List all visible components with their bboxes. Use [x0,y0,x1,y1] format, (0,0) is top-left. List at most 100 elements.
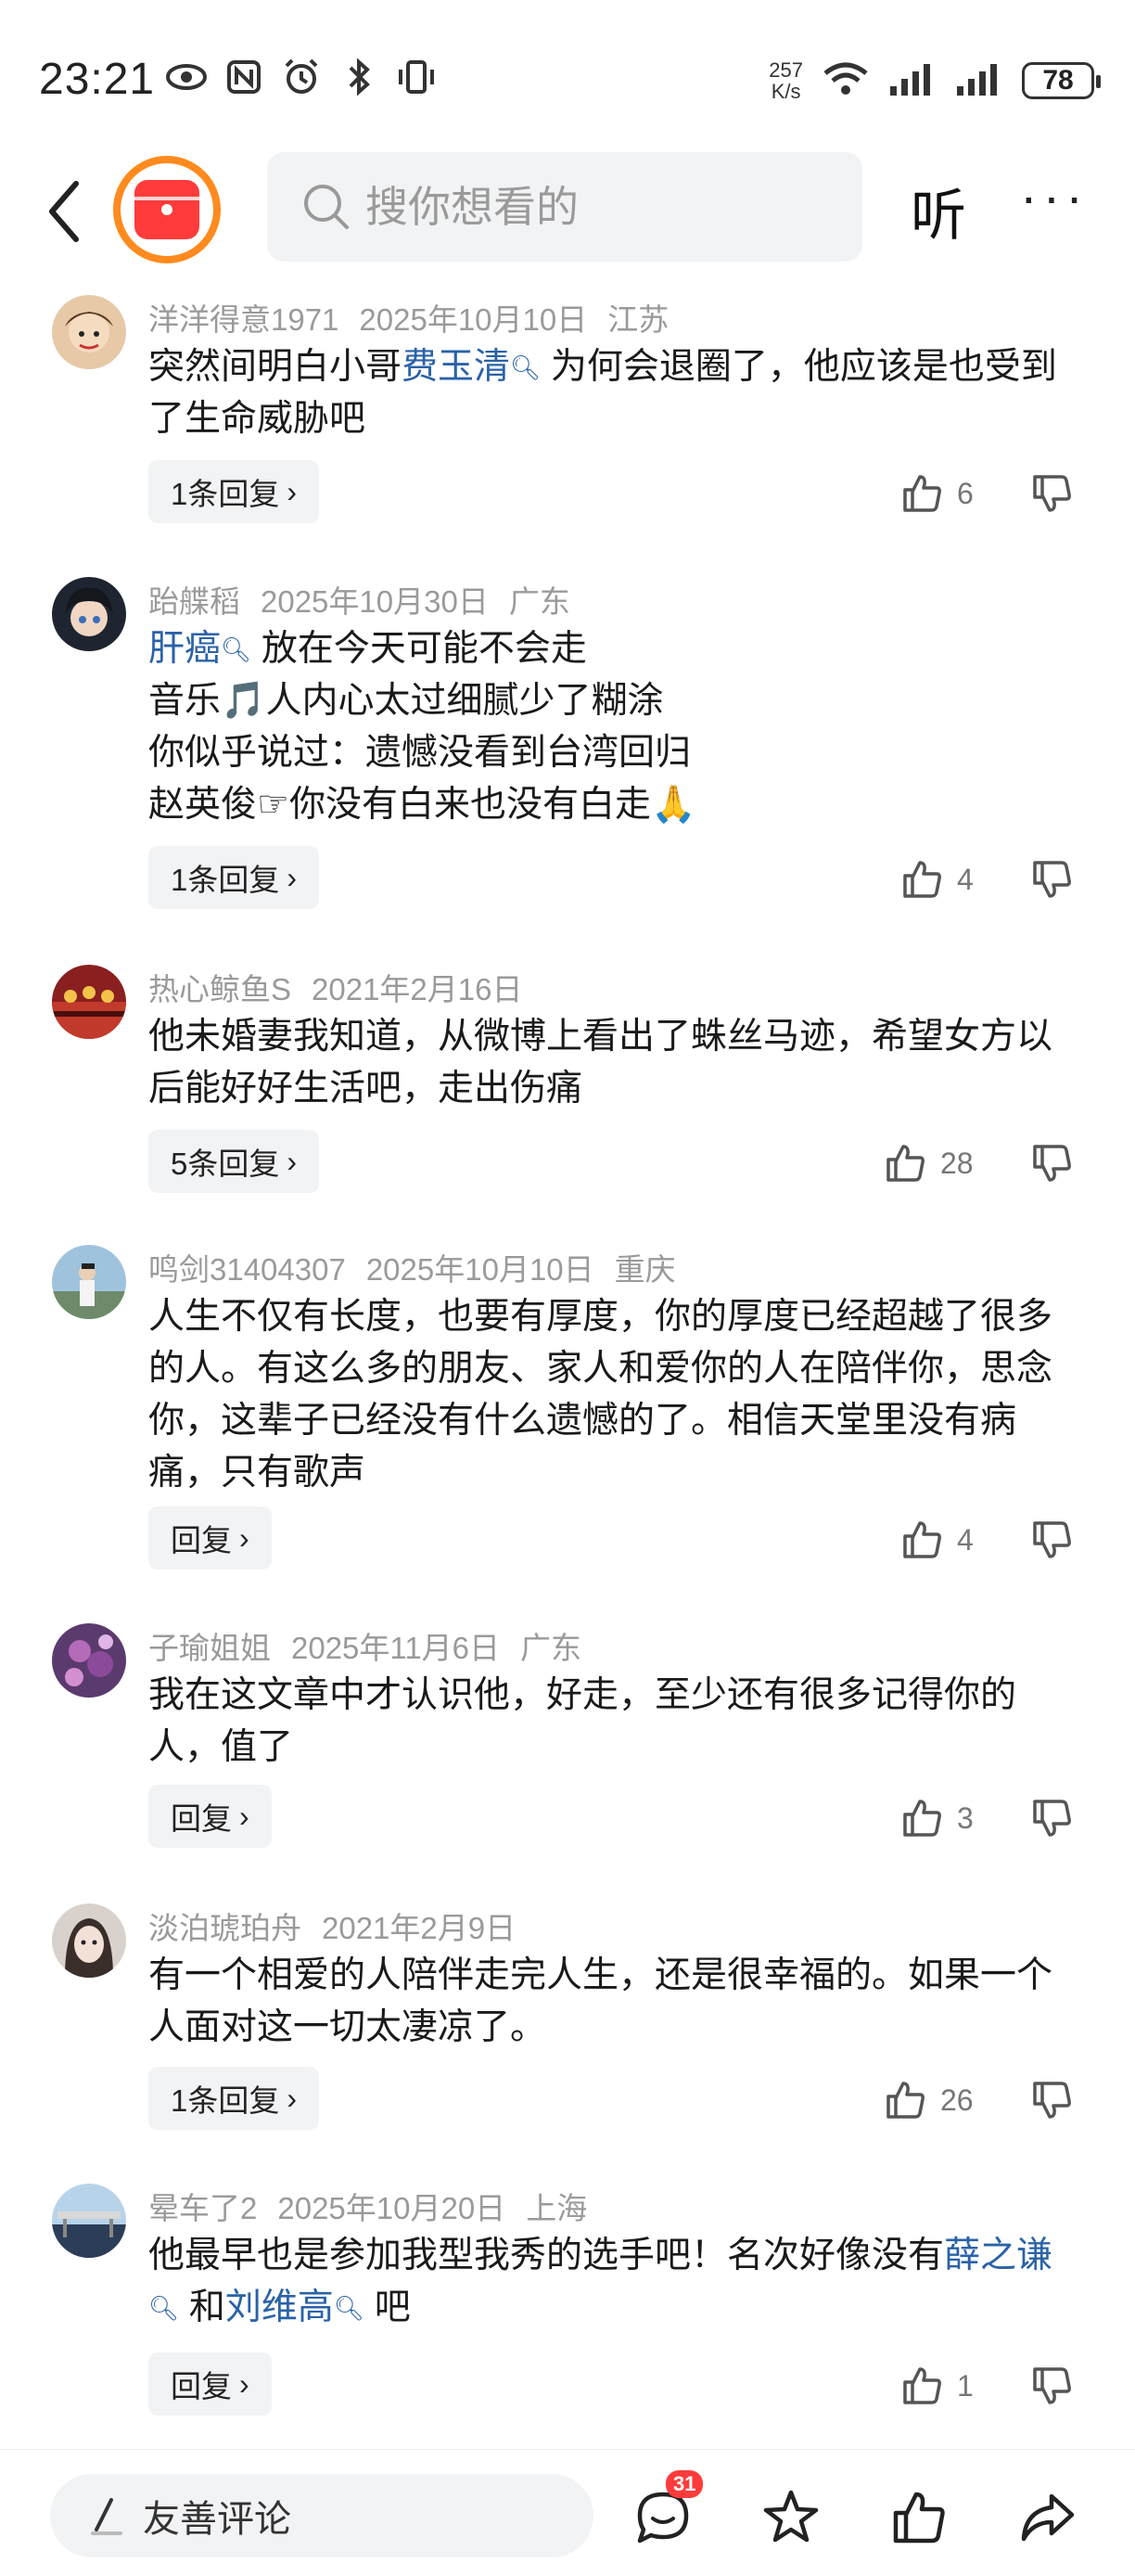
like-count: 4 [957,862,974,896]
comment-text: 突然间明白小哥费玉清🔍︎ 为何会退圈了，他应该是也受到了生命威胁吧 [148,347,1057,439]
comment-username[interactable]: 鸣剑31404307 [148,1252,346,1287]
status-icons [165,56,438,98]
bluetooth-icon [338,56,380,98]
search-bar[interactable] [267,152,862,262]
chevron-right-icon: › [287,860,298,894]
comment-username[interactable]: 淡泊琥珀舟 [148,1911,301,1945]
comment-date: 2025年10月30日 [261,584,489,619]
avatar[interactable] [52,577,126,651]
comment-input[interactable]: 友善评论 [50,2474,593,2557]
thumbs-down-icon[interactable] [1029,471,1074,516]
reply-button[interactable]: 回复 › [148,1506,272,1570]
app-logo[interactable] [113,156,221,263]
keyword-search-icon[interactable]: 🔍︎ [221,635,251,663]
bottom-bar: 友善评论 31 [0,2449,1135,2576]
keyword-link[interactable]: 薛之谦 [944,2236,1052,2275]
keyword-link[interactable]: 刘维高 [225,2288,334,2327]
more-button[interactable]: ··· [1020,171,1089,223]
network-speed: 257 K/s [769,58,803,103]
reply-button[interactable]: 回复 › [148,2352,272,2416]
comment-date: 2025年10月10日 [359,302,588,337]
comment-text: 我在这文章中才认识他，好走，至少还有很多记得你的人，值了 [148,1675,1017,1767]
comment-meta: 鸣剑31404307 2025年10月10日 重庆 [148,1245,696,1289]
avatar[interactable] [52,2184,126,2258]
chevron-right-icon: › [239,1520,249,1555]
status-time: 23:21 [39,55,156,104]
like-count: 28 [940,1146,974,1180]
comment-text: 他未婚妻我知道，从微博上看出了蛛丝马迹，希望女方以后能好好生活吧，走出伤痛 [148,1017,1053,1109]
avatar[interactable] [52,1903,126,1978]
reply-button[interactable]: 1条回复 › [148,460,320,523]
comment-location: 广东 [520,1631,582,1665]
alarm-icon [280,56,323,98]
thumbs-up-icon [886,1145,925,1182]
comment-meta: 子瑜姐姐 2025年11月6日 广东 [148,1623,602,1668]
like-button[interactable]: 3 [899,1796,974,1840]
comment-username[interactable]: 子瑜姐姐 [148,1631,271,1665]
avatar[interactable] [52,965,126,1039]
chevron-right-icon: › [287,2081,298,2115]
thumbs-down-icon[interactable] [1029,1518,1074,1562]
comment-input-label: 友善评论 [143,2499,291,2540]
like-count: 3 [957,1801,974,1835]
comment-location: 上海 [526,2191,588,2225]
comment-text: 有一个相爱的人陪伴走完人生，还是很幸福的。如果一个人面对这一切太凄凉了。 [148,1955,1053,2047]
back-icon[interactable] [43,174,87,249]
star-icon[interactable] [760,2487,822,2548]
like-button[interactable]: 26 [883,2078,974,2122]
comment-username[interactable]: 跆艓稻 [148,584,240,619]
avatar[interactable] [52,1623,126,1698]
app-logo-icon [134,180,199,239]
chevron-right-icon: › [239,2366,249,2401]
avatar[interactable] [52,1245,126,1319]
comment-meta: 热心鲸鱼S 2021年2月16日 [148,965,543,1009]
keyword-search-icon[interactable]: 🔍︎ [510,353,541,381]
listen-button[interactable]: 听 [911,171,966,251]
status-bar: 23:21 257 K/s 78 [0,0,1135,158]
comment-date: 2025年10月10日 [365,1252,594,1287]
reply-button[interactable]: 1条回复 › [148,2067,320,2130]
comment-location: 江苏 [607,302,670,337]
like-count: 4 [957,1522,974,1557]
thumbs-down-icon[interactable] [1029,1796,1074,1840]
thumbs-up-icon [903,1800,941,1837]
thumbs-up-icon [903,1521,941,1558]
comment-username[interactable]: 晕车了2 [148,2191,257,2225]
comment-date: 2021年2月9日 [322,1911,516,1945]
comment-meta: 跆艓稻 2025年10月30日 广东 [148,577,591,622]
keyword-link[interactable]: 费玉清 [402,347,510,387]
search-icon [304,185,349,229]
like-button[interactable]: 6 [899,471,974,516]
comment-date: 2025年11月6日 [291,1631,501,1665]
keyword-search-icon[interactable]: 🔍︎ [148,2294,179,2322]
thumbs-up-icon[interactable] [888,2487,950,2548]
like-button[interactable]: 28 [883,1141,974,1185]
share-icon[interactable] [1016,2487,1078,2548]
thumbs-down-icon[interactable] [1029,857,1074,902]
comment-date: 2021年2月16日 [312,972,523,1006]
like-button[interactable]: 4 [899,857,974,902]
thumbs-down-icon[interactable] [1029,2364,1074,2408]
reply-button[interactable]: 回复 › [148,1785,272,1848]
comment-username[interactable]: 热心鲸鱼S [148,972,291,1006]
thumbs-up-icon [903,2367,941,2404]
search-input[interactable] [363,181,831,233]
chevron-right-icon: › [287,474,298,508]
like-count: 6 [957,476,974,510]
thumbs-down-icon[interactable] [1029,1141,1074,1185]
like-button[interactable]: 1 [899,2364,974,2408]
reply-button[interactable]: 5条回复 › [148,1130,320,1193]
thumbs-down-icon[interactable] [1029,2078,1074,2122]
like-button[interactable]: 4 [899,1518,974,1562]
comment-meta: 洋洋得意1971 2025年10月10日 江苏 [148,295,689,340]
avatar[interactable] [52,295,126,369]
like-count: 1 [957,2368,974,2403]
keyword-link[interactable]: 肝癌 [148,629,221,669]
chevron-right-icon: › [239,1799,249,1833]
signal-icon-2 [955,60,1003,102]
comment-count-badge: 31 [666,2470,704,2498]
comment-username[interactable]: 洋洋得意1971 [148,302,338,337]
reply-button[interactable]: 1条回复 › [148,846,320,909]
comment-text: 他最早也是参加我型我秀的选手吧！名次好像没有薛之谦 🔍︎ 和刘维高🔍︎ 吧 [148,2236,1053,2327]
keyword-search-icon[interactable]: 🔍︎ [334,2294,364,2322]
